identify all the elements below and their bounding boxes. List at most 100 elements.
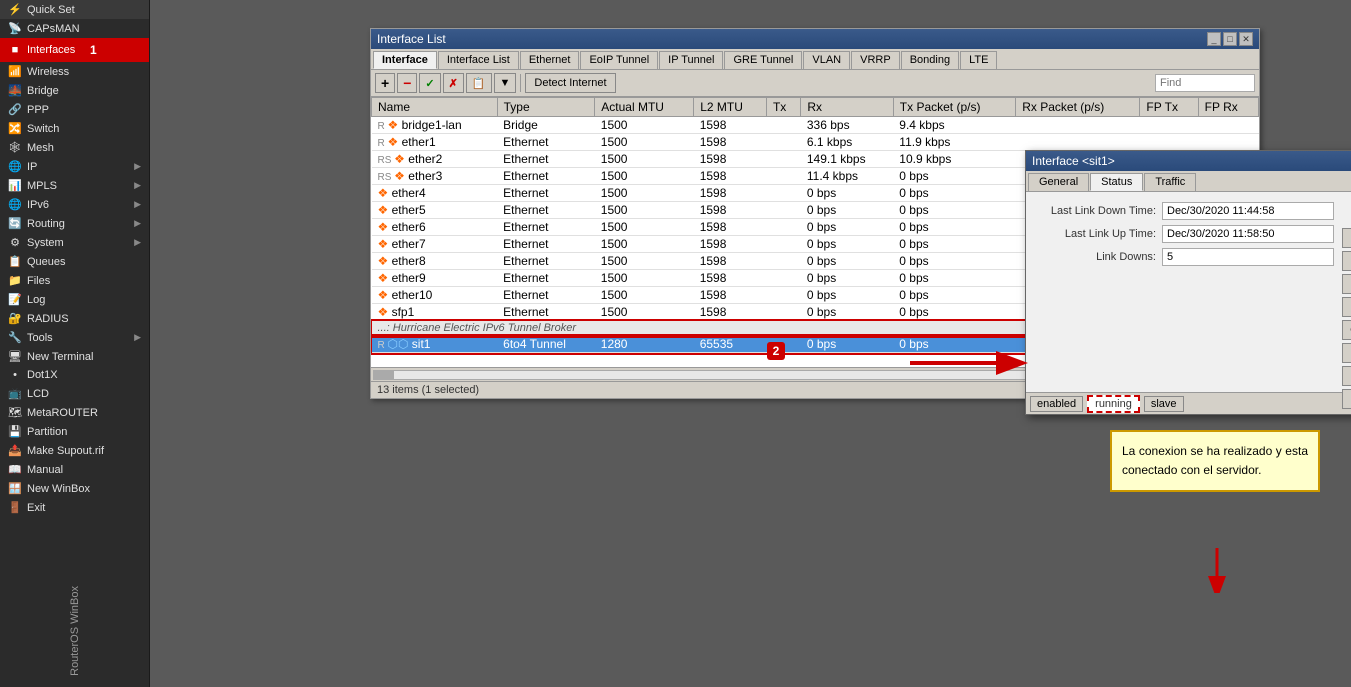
ppp-icon: 🔗: [8, 103, 22, 116]
cell-rx: 0 bps: [801, 202, 893, 219]
main-content: Interface List _ □ ✕ Interface Interface…: [150, 0, 1351, 687]
last-link-down-label: Last Link Down Time:: [1036, 205, 1156, 217]
sidebar-item-metarouter[interactable]: 🗺 MetaROUTER: [0, 403, 149, 422]
cell-type: Ethernet: [497, 219, 595, 236]
link-downs-value[interactable]: [1162, 248, 1334, 266]
cancel-button[interactable]: Cancel: [1342, 251, 1351, 271]
enable-button[interactable]: ✓: [419, 73, 440, 93]
interface-list-tabs: Interface Interface List Ethernet EoIP T…: [371, 49, 1259, 70]
sidebar-item-newterminal[interactable]: 🖥 New Terminal: [0, 347, 149, 366]
remove-button[interactable]: Remove: [1342, 366, 1351, 386]
files-icon: 📁: [8, 274, 22, 287]
badge-1: 1: [84, 41, 102, 59]
sidebar-item-capsman[interactable]: 📡 CAPsMAN: [0, 19, 149, 38]
cell-type: Ethernet: [497, 134, 595, 151]
cell-actual-mtu: 1500: [595, 287, 694, 304]
cell-tx: [766, 185, 800, 202]
cell-type: Ethernet: [497, 168, 595, 185]
close-button[interactable]: ✕: [1239, 32, 1253, 46]
sidebar-item-partition[interactable]: 💾 Partition: [0, 422, 149, 441]
cell-tx-pkt: 0 bps: [893, 219, 1015, 236]
sidebar-item-switch[interactable]: 🔀 Switch: [0, 119, 149, 138]
col-tx-pkt: Tx Packet (p/s): [893, 98, 1015, 117]
disable-button[interactable]: ✗: [443, 73, 464, 93]
dialog-tab-status[interactable]: Status: [1090, 173, 1143, 191]
tab-vlan[interactable]: VLAN: [803, 51, 850, 69]
ok-button[interactable]: OK: [1342, 228, 1351, 248]
cell-name: RS ❖ ether3: [372, 168, 498, 185]
sidebar-item-newwinbox[interactable]: 🪟 New WinBox: [0, 479, 149, 498]
dialog-tabs: General Status Traffic: [1026, 171, 1351, 192]
col-tx: Tx: [766, 98, 800, 117]
cell-type-sit1: 6to4 Tunnel: [497, 336, 595, 353]
filter-button[interactable]: ▼: [494, 73, 517, 93]
sidebar-item-exit[interactable]: 🚪 Exit: [0, 498, 149, 517]
maximize-button[interactable]: □: [1223, 32, 1237, 46]
sidebar-item-lcd[interactable]: 📺 LCD: [0, 384, 149, 403]
sidebar-item-manual[interactable]: 📖 Manual: [0, 460, 149, 479]
torch-button[interactable]: Torch: [1342, 389, 1351, 409]
sidebar-item-ip[interactable]: 🌐 IP ▶: [0, 157, 149, 176]
sidebar-item-radius[interactable]: 🔐 RADIUS: [0, 309, 149, 328]
window-controls: _ □ ✕: [1207, 32, 1253, 46]
sidebar-item-interfaces[interactable]: ■ Interfaces 1: [0, 38, 149, 62]
cell-name: ❖ ether8: [372, 253, 498, 270]
cell-name: ❖ ether7: [372, 236, 498, 253]
sidebar-item-makesupout[interactable]: 📤 Make Supout.rif: [0, 441, 149, 460]
tab-ip-tunnel[interactable]: IP Tunnel: [659, 51, 723, 69]
cell-tx-pkt: 11.9 kbps: [893, 134, 1015, 151]
sidebar-item-routing[interactable]: 🔄 Routing ▶: [0, 214, 149, 233]
tab-interface-list[interactable]: Interface List: [438, 51, 519, 69]
sidebar-item-files[interactable]: 📁 Files: [0, 271, 149, 290]
sidebar-item-system[interactable]: ⚙ System ▶: [0, 233, 149, 252]
cell-actual-mtu: 1500: [595, 134, 694, 151]
tab-eoip-tunnel[interactable]: EoIP Tunnel: [580, 51, 658, 69]
sidebar-item-dot1x[interactable]: • Dot1X: [0, 366, 149, 384]
sidebar-item-mpls[interactable]: 📊 MPLS ▶: [0, 176, 149, 195]
sidebar-item-bridge[interactable]: 🌉 Bridge: [0, 81, 149, 100]
sidebar-item-mesh[interactable]: 🕸 Mesh: [0, 138, 149, 157]
disable-button[interactable]: Disable: [1342, 297, 1351, 317]
tab-gre-tunnel[interactable]: GRE Tunnel: [724, 51, 802, 69]
cell-name: ❖ sfp1: [372, 304, 498, 321]
system-icon: ⚙: [8, 236, 22, 249]
minimize-button[interactable]: _: [1207, 32, 1221, 46]
sidebar-item-ppp[interactable]: 🔗 PPP: [0, 100, 149, 119]
tab-bonding[interactable]: Bonding: [901, 51, 959, 69]
sidebar-item-tools[interactable]: 🔧 Tools ▶: [0, 328, 149, 347]
tab-ethernet[interactable]: Ethernet: [520, 51, 580, 69]
scroll-thumb[interactable]: [374, 371, 394, 379]
dialog-tab-general[interactable]: General: [1028, 173, 1089, 191]
sidebar-item-log[interactable]: 📝 Log: [0, 290, 149, 309]
tab-interface[interactable]: Interface: [373, 51, 437, 69]
detect-internet-button[interactable]: Detect Internet: [525, 73, 615, 93]
sidebar-item-queues[interactable]: 📋 Queues: [0, 252, 149, 271]
col-rx: Rx: [801, 98, 893, 117]
table-row[interactable]: R ❖ bridge1-lan Bridge 1500 1598 336 bps…: [372, 117, 1259, 134]
last-link-up-value[interactable]: [1162, 225, 1334, 243]
mesh-icon: 🕸: [8, 141, 22, 154]
cell-type: Ethernet: [497, 253, 595, 270]
sidebar-item-wireless[interactable]: 📶 Wireless: [0, 62, 149, 81]
copy-toolbar-button[interactable]: 📋: [466, 73, 492, 93]
comment-button[interactable]: Comment: [1342, 320, 1351, 340]
table-row[interactable]: R ❖ ether1 Ethernet 1500 1598 6.1 kbps 1…: [372, 134, 1259, 151]
tab-lte[interactable]: LTE: [960, 51, 997, 69]
cell-l2-mtu: 1598: [694, 236, 767, 253]
tab-vrrp[interactable]: VRRP: [851, 51, 900, 69]
cell-fp-rx: [1198, 117, 1258, 134]
find-input[interactable]: [1155, 74, 1255, 92]
toolbar-separator: [520, 74, 521, 92]
last-link-down-value[interactable]: [1162, 202, 1334, 220]
remove-button[interactable]: −: [397, 73, 417, 93]
cell-rx: 0 bps: [801, 304, 893, 321]
add-button[interactable]: +: [375, 73, 395, 93]
sidebar-item-ipv6[interactable]: 🌐 IPv6 ▶: [0, 195, 149, 214]
apply-button[interactable]: Apply: [1342, 274, 1351, 294]
cell-tx: [766, 236, 800, 253]
sidebar-item-quickset[interactable]: ⚡ Quick Set: [0, 0, 149, 19]
switch-icon: 🔀: [8, 122, 22, 135]
copy-button[interactable]: Copy: [1342, 343, 1351, 363]
dialog-tab-traffic[interactable]: Traffic: [1144, 173, 1196, 191]
cell-tx: [766, 117, 800, 134]
